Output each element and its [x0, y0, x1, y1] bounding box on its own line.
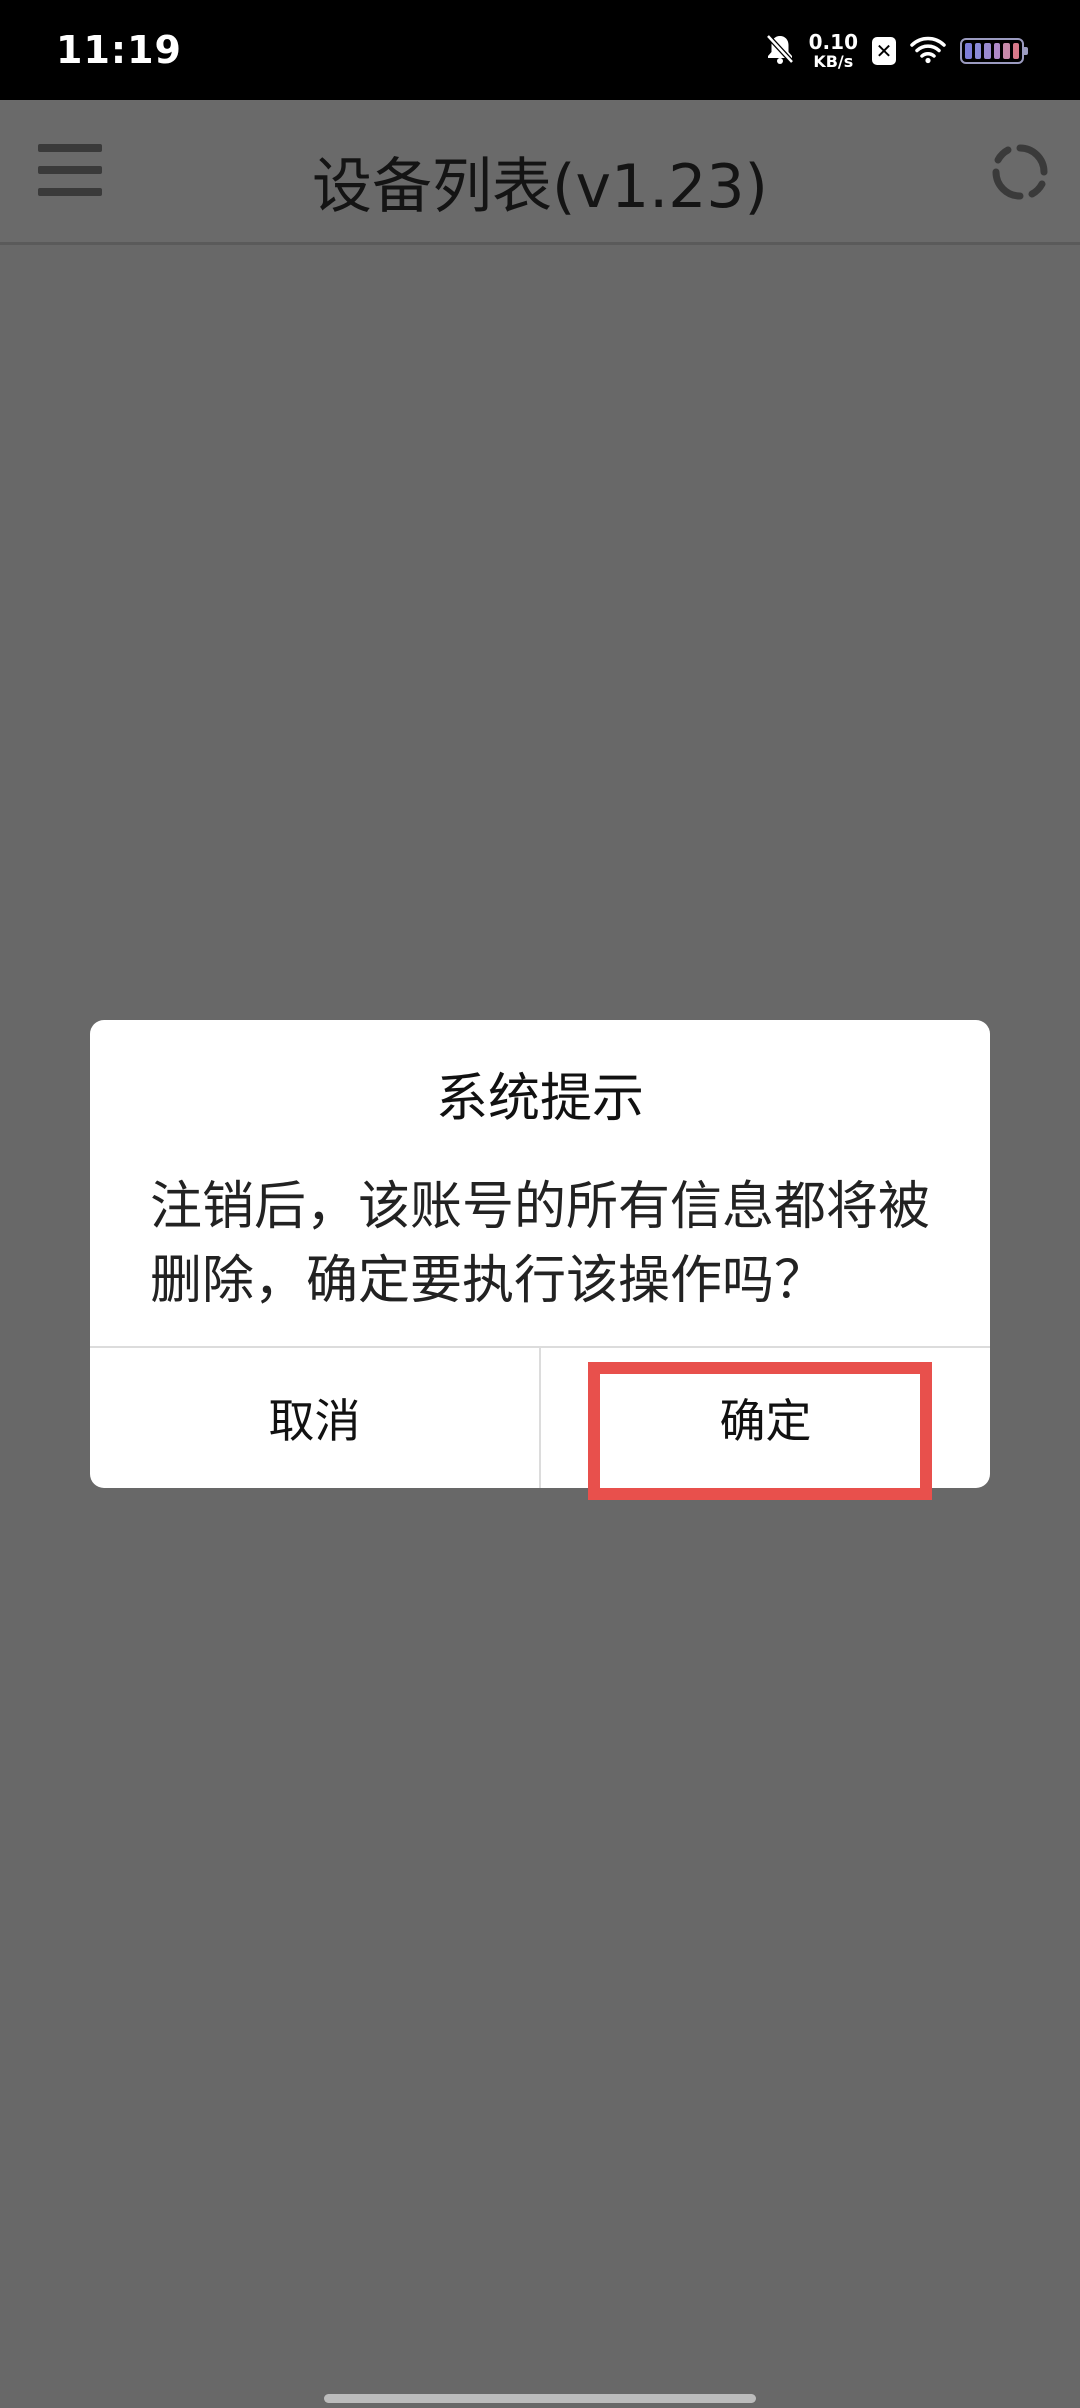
app-bar: 设备列表(v1.23) — [0, 100, 1080, 245]
net-speed-unit: KB/s — [813, 52, 854, 71]
status-icons: 0.10 KB/s ✕ — [765, 26, 1028, 76]
confirm-dialog: 系统提示 注销后，该账号的所有信息都将被删除，确定要执行该操作吗？ 取消 确定 — [90, 1020, 990, 1488]
battery-cell — [993, 43, 1000, 59]
dialog-message: 注销后，该账号的所有信息都将被删除，确定要执行该操作吗？ — [150, 1177, 931, 1311]
page-title: 设备列表(v1.23) — [312, 152, 768, 222]
confirm-button[interactable]: 确定 — [541, 1348, 990, 1488]
battery-cell — [974, 43, 981, 59]
status-time: 11:19 — [56, 28, 182, 72]
battery-icon — [960, 38, 1028, 64]
bell-muted-icon — [765, 33, 795, 69]
cancel-button[interactable]: 取消 — [90, 1348, 539, 1488]
sim-x-icon: ✕ — [872, 37, 896, 65]
status-bar: 11:19 0.10 KB/s ✕ — [0, 0, 1080, 100]
battery-cell — [1003, 43, 1010, 59]
refresh-icon[interactable] — [990, 142, 1050, 202]
home-indicator[interactable] — [324, 2394, 756, 2403]
battery-cell — [965, 43, 972, 59]
wifi-icon — [910, 34, 946, 68]
battery-cell — [1012, 43, 1019, 59]
dialog-title: 系统提示 — [435, 1069, 644, 1129]
net-speed: 0.10 KB/s — [809, 32, 858, 70]
battery-cell — [984, 43, 991, 59]
net-speed-value: 0.10 — [808, 30, 858, 54]
